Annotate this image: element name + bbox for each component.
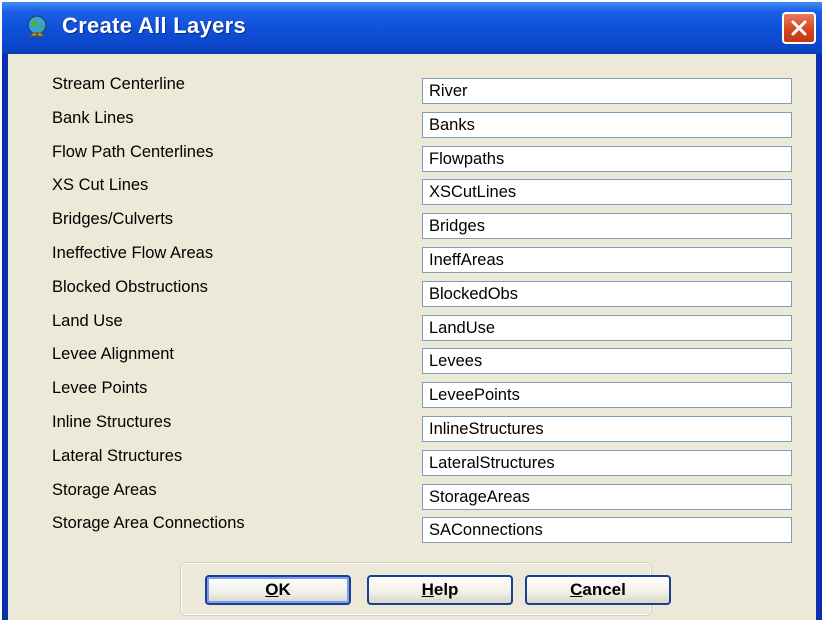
layer-row: Inline Structures InlineStructures [8,410,816,444]
layer-label: Flow Path Centerlines [52,142,214,161]
window-title: Create All Layers [62,13,247,38]
layer-row: Lateral Structures LateralStructures [8,444,816,478]
layer-name-input[interactable]: SAConnections [422,517,792,544]
layer-row: Ineffective Flow Areas IneffAreas [8,241,816,275]
layer-name-input[interactable]: LandUse [422,314,792,341]
layer-name-input[interactable]: Banks [422,111,792,138]
layer-label: Lateral Structures [52,446,183,465]
layer-row: Bridges/Culverts Bridges [8,207,816,241]
close-x-icon [791,20,807,36]
help-accelerator: H [421,580,434,599]
cancel-button[interactable]: Cancel [525,575,671,605]
layer-label: Bridges/Culverts [52,210,174,229]
globe-icon [24,14,52,42]
layer-name-input[interactable]: BlockedObs [422,280,792,307]
layer-label: Levee Points [52,379,148,398]
layer-label: Bank Lines [52,108,134,127]
layer-label: Blocked Obstructions [52,277,208,296]
layer-label: Levee Alignment [52,345,175,364]
layer-row: Storage Areas StorageAreas [8,478,816,512]
layer-row: Bank Lines Banks [8,106,816,140]
layer-label: Storage Areas [52,480,157,499]
layer-label: Land Use [52,311,123,330]
layer-row: Flow Path Centerlines Flowpaths [8,140,816,174]
layer-label: Ineffective Flow Areas [52,244,214,262]
layer-label: XS Cut Lines [52,176,149,195]
dialog-window: Create All Layers Stream Centerline River… [2,2,822,620]
layer-name-input[interactable]: XSCutLines [422,179,792,206]
layer-name-input[interactable]: Bridges [422,213,792,240]
layer-name-input[interactable]: Flowpaths [422,145,792,172]
dialog-body: Stream Centerline River Bank Lines Banks Flo… [8,54,816,620]
layer-row: Levee Points LeveePoints [8,376,816,410]
ok-button[interactable]: OK [205,575,351,605]
cancel-label-rest: ancel [582,580,626,599]
layer-name-input[interactable]: IneffAreas [422,247,792,273]
ok-accelerator: O [265,580,279,599]
help-button[interactable]: Help [367,575,513,605]
ok-label-rest: K [278,580,291,599]
layer-row: XS Cut Lines XSCutLines [8,173,816,207]
layer-row: Blocked Obstructions BlockedObs [8,275,816,309]
layer-name-input[interactable]: River [422,78,792,104]
title-bar[interactable]: Create All Layers [2,2,822,54]
layer-label: Storage Area Connections [52,514,245,533]
layer-name-input[interactable]: StorageAreas [422,483,792,510]
layer-label: Stream Centerline [52,75,185,93]
close-button[interactable] [782,12,816,44]
layer-name-input[interactable]: LeveePoints [422,382,792,409]
layer-row: Storage Area Connections SAConnections [8,511,816,545]
layer-row: Land Use LandUse [8,309,816,343]
layer-name-input[interactable]: InlineStructures [422,416,792,442]
button-group: OK Help Cancel [180,562,671,616]
help-label-rest: elp [433,580,459,599]
layer-label: Inline Structures [52,413,172,431]
cancel-accelerator: C [570,580,583,599]
layer-row: Stream Centerline River [8,72,816,106]
layer-row: Levee Alignment Levees [8,342,816,376]
layer-name-input[interactable]: Levees [422,348,792,375]
layer-name-input[interactable]: LateralStructures [422,449,792,476]
